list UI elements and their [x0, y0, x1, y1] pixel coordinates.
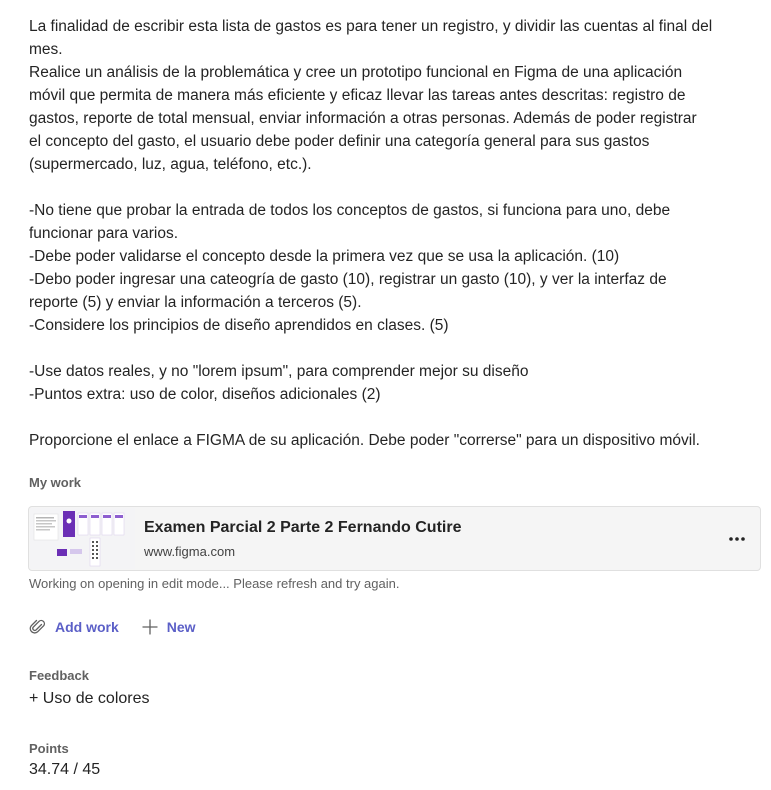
- instruction-line: móvil que permita de manera más eficient…: [29, 87, 686, 104]
- feedback-label: Feedback: [29, 668, 89, 683]
- instruction-line: Proporcione el enlace a FIGMA de su apli…: [29, 432, 700, 449]
- instruction-line: reporte (5) y enviar la información a te…: [29, 294, 362, 311]
- new-button[interactable]: New: [141, 618, 196, 636]
- figma-link-card[interactable]: Examen Parcial 2 Parte 2 Fernando Cutire…: [28, 506, 761, 571]
- instruction-line: -No tiene que probar la entrada de todos…: [29, 202, 671, 219]
- figma-thumbnail: [30, 508, 135, 569]
- my-work-label: My work: [29, 475, 82, 490]
- plus-icon: [142, 619, 158, 635]
- points-value: 34.74 / 45: [29, 761, 101, 778]
- instruction-line: funcionar para varios.: [29, 225, 179, 242]
- new-label: New: [166, 619, 196, 635]
- instruction-line: gastos, reporte de total mensual, enviar…: [29, 110, 697, 127]
- instruction-line: -Considere los principios de diseño apre…: [29, 317, 449, 334]
- instruction-line: -Debe poder validarse el concepto desde …: [29, 248, 620, 265]
- paperclip-icon: [29, 619, 46, 634]
- instruction-line: La finalidad de escribir esta lista de g…: [29, 18, 713, 35]
- more-horizontal-icon[interactable]: [726, 527, 748, 549]
- instruction-line: -Puntos extra: uso de color, diseños adi…: [29, 386, 381, 403]
- feedback-text: + Uso de colores: [29, 690, 150, 707]
- status-message: Working on opening in edit mode... Pleas…: [29, 576, 400, 591]
- instruction-line: el concepto del gasto, el usuario debe p…: [29, 133, 650, 150]
- figma-preview-image: [30, 508, 135, 569]
- instruction-line: (supermercado, luz, agua, teléfono, etc.…: [29, 156, 312, 173]
- instruction-line: -Use datos reales, y no "lorem ipsum", p…: [29, 363, 529, 380]
- instruction-line: -Debo poder ingresar una cateogría de ga…: [29, 271, 667, 288]
- card-url: www.figma.com: [144, 544, 236, 559]
- add-work-label: Add work: [55, 619, 119, 635]
- card-title[interactable]: Examen Parcial 2 Parte 2 Fernando Cutire: [144, 519, 461, 537]
- points-label: Points: [29, 741, 69, 756]
- instruction-line: Realice un análisis de la problemática y…: [29, 64, 683, 81]
- assignment-instructions: La finalidad de escribir esta lista de g…: [29, 15, 765, 490]
- instruction-line: mes.: [29, 41, 63, 58]
- work-actions: Add work New: [29, 618, 218, 636]
- add-work-button[interactable]: Add work: [29, 618, 119, 636]
